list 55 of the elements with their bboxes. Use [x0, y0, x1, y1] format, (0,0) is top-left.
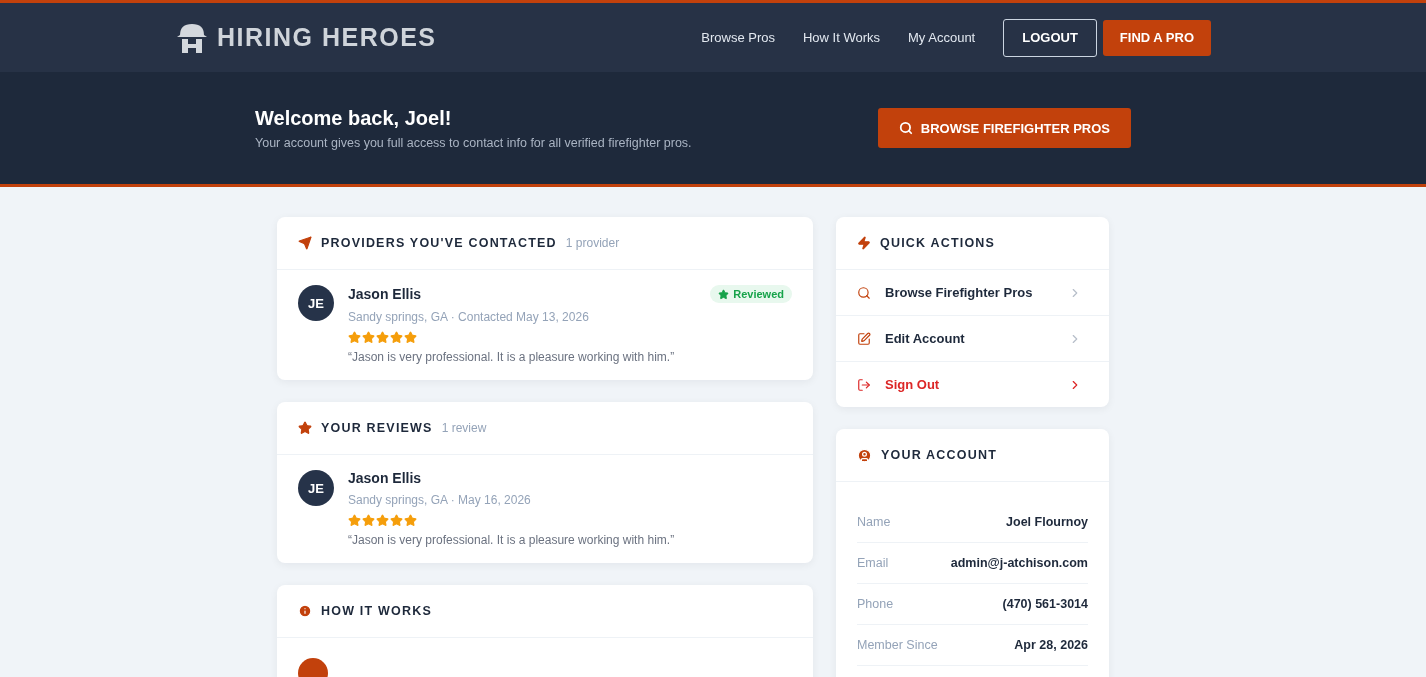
search-icon: [898, 121, 913, 135]
quick-action-item[interactable]: Browse Firefighter Pros: [836, 270, 1109, 316]
star-icon: [376, 514, 389, 527]
field-label: Member Since: [857, 638, 938, 652]
nav-link[interactable]: How It Works: [802, 30, 881, 45]
card-title: YOUR ACCOUNT: [881, 448, 998, 462]
user-circle-icon: [857, 447, 872, 463]
lightning-icon: [857, 236, 871, 250]
sign-out-icon: [857, 377, 871, 392]
send-icon: [298, 236, 312, 250]
info-icon: [298, 604, 312, 618]
provider-meta: Sandy springs, GA · Contacted May 13, 2026: [348, 310, 590, 324]
avatar-initials: JE: [298, 470, 334, 506]
star-icon: [298, 421, 312, 435]
provider-count: 1 provider: [565, 236, 620, 250]
provider-name: Jason Ellis: [348, 286, 422, 302]
provider-meta: Sandy springs, GA · May 16, 2026: [348, 493, 532, 507]
star-icon: [404, 331, 417, 344]
provider-name: Jason Ellis: [348, 470, 422, 486]
quick-action-item[interactable]: Sign Out: [836, 362, 1109, 407]
star-icon: [404, 514, 417, 527]
star-icon: [390, 331, 403, 344]
field-value: admin@j-atchison.com: [950, 556, 1088, 570]
star-icon: [376, 331, 389, 344]
edit-icon: [857, 331, 871, 346]
avatar-initials: JE: [298, 285, 334, 321]
star-icon: [390, 514, 403, 527]
field-value: Apr 28, 2026: [1014, 638, 1088, 652]
browse-pros-button[interactable]: BROWSE FIREFIGHTER PROS: [877, 108, 1131, 148]
card-title: HOW IT WORKS: [321, 604, 432, 618]
field-label: Phone: [857, 597, 894, 611]
star-icon: [362, 331, 375, 344]
search-icon: [857, 285, 871, 300]
card-title: YOUR REVIEWS: [321, 421, 433, 435]
welcome-subtitle: Your account gives you full access to contact info for all verified firefighter pros.: [255, 135, 693, 150]
reviewed-badge: Reviewed: [710, 285, 792, 303]
field-value: Joel Flournoy: [1006, 515, 1088, 529]
review-count: 1 review: [441, 421, 487, 435]
card-title: PROVIDERS YOU'VE CONTACTED: [321, 236, 557, 250]
quick-action-item[interactable]: Edit Account: [836, 316, 1109, 362]
star-icon: [348, 331, 361, 344]
star-icon: [362, 514, 375, 527]
logout-button[interactable]: LOGOUT: [1003, 18, 1097, 57]
nav-link[interactable]: My Account: [908, 30, 976, 45]
review-quote: “Jason is very professional. It is a pleasure working with him.”: [348, 533, 676, 547]
nav-link[interactable]: Browse Pros: [701, 30, 775, 45]
welcome-title: Welcome back, Joel!: [255, 106, 453, 130]
field-label: Email: [857, 556, 889, 570]
find-pro-button[interactable]: FIND A PRO: [1102, 19, 1211, 56]
review-quote: “Jason is very professional. It is a pleasure working with him.”: [348, 350, 676, 364]
field-value: (470) 561-3014: [1002, 597, 1088, 611]
card-title: QUICK ACTIONS: [880, 236, 996, 250]
brand-name[interactable]: HIRING HEROES: [217, 23, 437, 52]
field-label: Name: [857, 515, 891, 529]
star-icon: [348, 514, 361, 527]
